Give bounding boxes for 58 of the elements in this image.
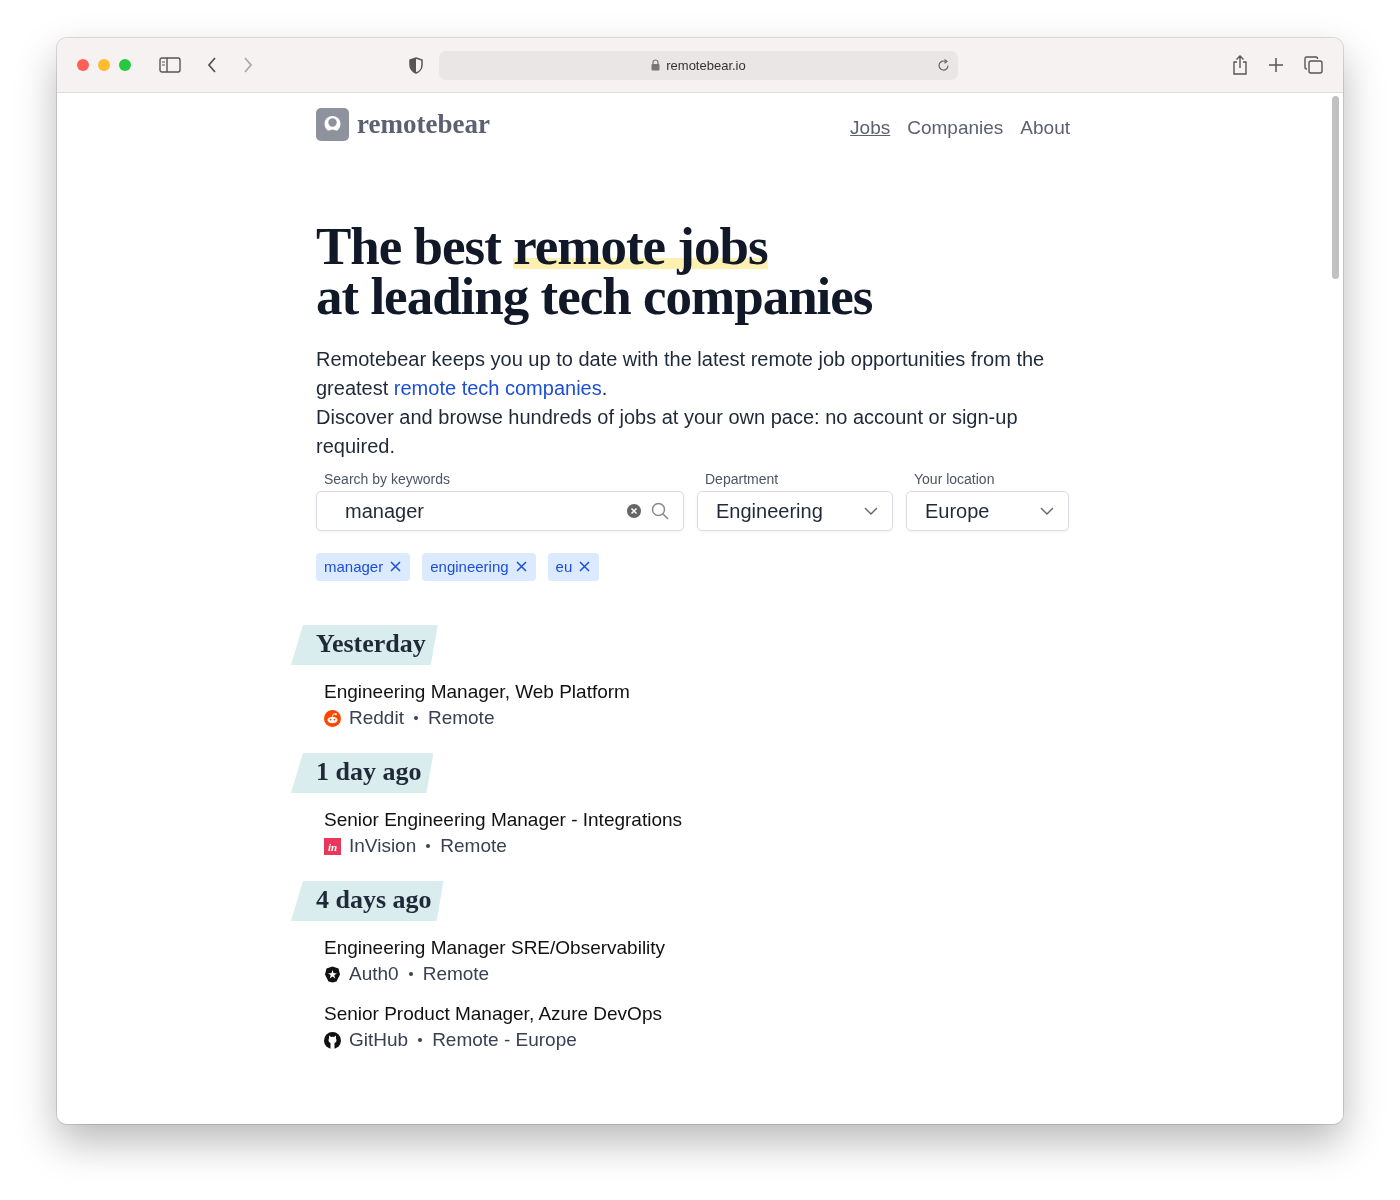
- company-name: InVision: [349, 835, 417, 857]
- job-location: Remote: [440, 835, 507, 857]
- job-location: Remote - Europe: [432, 1029, 577, 1051]
- company-logo-icon: in: [324, 837, 341, 855]
- nav-link[interactable]: About: [1020, 116, 1070, 139]
- remove-icon[interactable]: [390, 561, 402, 572]
- job-location: Remote: [427, 707, 495, 729]
- intro-paragraph: Discover and browse hundreds of jobs at your own pace: no account or sign-up required.: [316, 405, 1019, 459]
- address-bar[interactable]: remotebear.io: [439, 50, 958, 80]
- companies-link[interactable]: remote tech companies: [393, 377, 602, 399]
- company-name: GitHub: [349, 1029, 409, 1051]
- date-heading: 4 days ago: [291, 881, 444, 921]
- shield-icon[interactable]: [409, 56, 423, 74]
- filter-tag[interactable]: eu: [547, 553, 600, 581]
- tabs-overview-icon[interactable]: [1304, 56, 1323, 74]
- nav-link[interactable]: Companies: [907, 116, 1004, 139]
- reload-icon[interactable]: [937, 58, 950, 72]
- share-icon[interactable]: [1232, 55, 1248, 75]
- chevron-down-icon: [864, 507, 878, 515]
- location-dropdown[interactable]: Europe: [906, 491, 1069, 531]
- lock-icon: [651, 59, 661, 71]
- search-field[interactable]: manager: [316, 491, 684, 531]
- clear-icon[interactable]: [627, 504, 641, 518]
- field-label: Department: [704, 471, 780, 487]
- company-logo-icon: [324, 965, 341, 983]
- sidebar-icon[interactable]: [159, 57, 181, 73]
- company-name: Auth0: [349, 963, 399, 985]
- search-icon[interactable]: [651, 502, 669, 520]
- separator-dot: [413, 716, 418, 720]
- company-name: Reddit: [349, 707, 404, 729]
- department-dropdown[interactable]: Engineering: [697, 491, 893, 531]
- filter-tag[interactable]: manager: [316, 553, 411, 581]
- date-heading: 1 day ago: [291, 753, 434, 793]
- separator-dot: [418, 1038, 423, 1042]
- back-icon[interactable]: [207, 57, 217, 73]
- close-button[interactable]: [77, 59, 89, 71]
- separator-dot: [408, 972, 413, 976]
- new-tab-icon[interactable]: [1268, 57, 1284, 73]
- field-label: Your location: [913, 471, 996, 487]
- job-title-link[interactable]: Engineering Manager, Web Platform: [324, 681, 630, 702]
- remove-icon[interactable]: [515, 561, 527, 572]
- date-heading: Yesterday: [291, 625, 438, 665]
- company-logo-icon: [324, 709, 341, 727]
- field-label: Search by keywords: [323, 471, 452, 487]
- separator-dot: [426, 844, 431, 848]
- job-title-link[interactable]: Engineering Manager SRE/Observability: [324, 937, 666, 958]
- scrollbar-thumb[interactable]: [1332, 96, 1339, 279]
- job-title-link[interactable]: Senior Product Manager, Azure DevOps: [324, 1003, 662, 1024]
- site-logo-text[interactable]: remotebear: [357, 109, 490, 140]
- job-location: Remote: [422, 963, 490, 985]
- bear-logo-icon[interactable]: [316, 108, 349, 141]
- chevron-down-icon: [1040, 507, 1054, 515]
- intro-paragraph: Remotebear keeps you up to date with the latest remote job opportunities from the greatest remote tech companies.: [316, 347, 1046, 401]
- job-title-link[interactable]: Senior Engineering Manager - Integrations: [324, 809, 683, 830]
- remove-icon[interactable]: [579, 561, 591, 572]
- filter-tag[interactable]: engineering: [422, 553, 536, 581]
- company-logo-icon: [324, 1031, 341, 1049]
- nav-link[interactable]: Jobs: [850, 116, 891, 139]
